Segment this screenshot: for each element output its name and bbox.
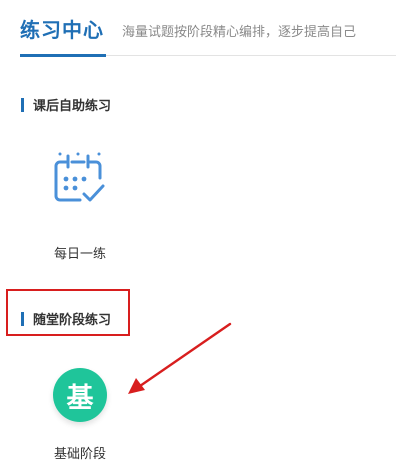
section-heading-label: 课后自助练习 [33, 99, 112, 114]
daily-practice-tile[interactable]: 每日一练 [42, 150, 118, 262]
section-heading-self-practice: 课后自助练习 [21, 95, 111, 114]
section-heading-bar [21, 97, 24, 112]
page-title: 练习中心 [20, 18, 104, 42]
page-subtitle: 海量试题按阶段精心编排，逐步提高自己 [122, 25, 357, 40]
active-title-underline [20, 54, 106, 57]
daily-practice-label: 每日一练 [53, 247, 106, 262]
annotation-arrow-icon [128, 322, 232, 394]
foundation-badge-icon: 基 [53, 368, 107, 422]
basic-stage-tile[interactable]: 基 基础阶段 [40, 368, 120, 462]
annotation-highlight-box [6, 289, 130, 336]
basic-stage-label: 基础阶段 [53, 447, 106, 462]
calendar-check-icon [54, 152, 105, 202]
